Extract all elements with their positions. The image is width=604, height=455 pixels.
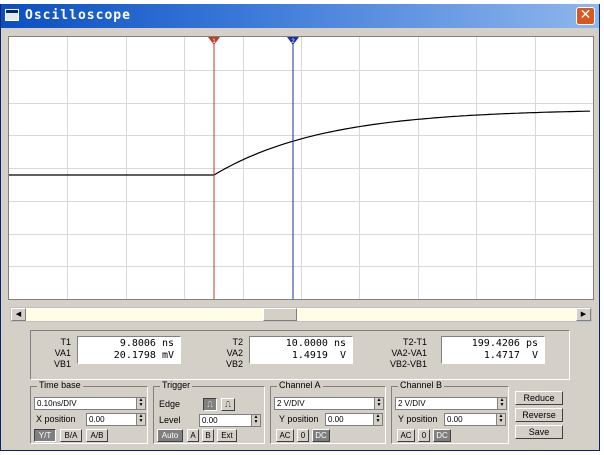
window-icon <box>5 9 19 21</box>
channel-b-group: Channel B 2 V/DIV ▲ ▼ Y position 0.00 ▲ ▼ … <box>391 380 509 444</box>
dt-label: T2-T1 <box>402 337 427 347</box>
trigger-auto-button[interactable]: Auto <box>157 429 183 442</box>
t2-readout: 10.0000 ns 1.4919 V <box>249 336 353 364</box>
edge-label: Edge <box>159 399 181 409</box>
spinner-icon[interactable]: ▲ ▼ <box>136 414 145 425</box>
channel-a-ypos-value: 0.00 <box>328 415 344 424</box>
x-position-label: X position <box>36 414 76 424</box>
channel-a-trace <box>9 110 590 176</box>
channel-b-scale-input[interactable]: 2 V/DIV ▲ ▼ <box>395 397 507 410</box>
scroll-left-icon[interactable]: ◀ <box>11 308 26 321</box>
scope-grid <box>9 37 593 299</box>
level-value: 0.00 <box>202 416 218 425</box>
ab-button[interactable]: A/B <box>86 429 108 442</box>
reduce-button[interactable]: Reduce <box>515 391 563 405</box>
channel-b-title: Channel B <box>398 380 445 390</box>
scroll-thumb[interactable] <box>263 308 297 321</box>
t2-value: 10.0000 ns <box>285 338 346 349</box>
dvb-label: VB2-VB1 <box>389 359 427 369</box>
va2-value: 1.4919 V <box>291 350 346 361</box>
oscilloscope-display: 1 2 <box>8 36 594 300</box>
reverse-button[interactable]: Reverse <box>515 408 563 422</box>
va1-label: VA1 <box>54 348 71 358</box>
x-position-value: 0.00 <box>89 415 105 424</box>
timebase-scale-value: 0.10ns/DIV <box>37 399 77 408</box>
level-input[interactable]: 0.00 ▲ ▼ <box>199 414 261 427</box>
vb2-label: VB2 <box>225 359 243 369</box>
channel-b-ac-button[interactable]: AC <box>397 429 415 442</box>
trigger-ext-button[interactable]: Ext <box>217 429 237 442</box>
timebase-scale-input[interactable]: 0.10ns/DIV ▲ ▼ <box>34 397 146 410</box>
window-title: Oscilloscope <box>25 8 131 23</box>
title-bar[interactable]: Oscilloscope ✕ <box>1 4 599 28</box>
save-button[interactable]: Save <box>515 425 563 439</box>
channel-a-ypos-label: Y position <box>279 414 319 424</box>
x-position-input[interactable]: 0.00 ▲ ▼ <box>86 413 146 426</box>
channel-a-ypos-input[interactable]: 0.00 ▲ ▼ <box>325 413 383 426</box>
scroll-right-icon[interactable]: ▶ <box>576 308 591 321</box>
delta-readout: 199.4206 ps 1.4717 V <box>441 336 545 364</box>
t2-label: T2 <box>232 337 243 347</box>
trigger-a-button[interactable]: A <box>187 429 199 442</box>
ba-button[interactable]: B/A <box>60 429 82 442</box>
dva-label: VA2-VA1 <box>391 348 427 358</box>
yt-button[interactable]: Y/T <box>34 429 56 442</box>
channel-b-zero-button[interactable]: 0 <box>418 429 430 442</box>
channel-b-dc-button[interactable]: DC <box>433 429 451 442</box>
channel-b-ypos-value: 0.00 <box>447 415 463 424</box>
spinner-icon[interactable]: ▲ ▼ <box>496 414 505 425</box>
t1-readout: 9.8006 ns 20.1798 mV <box>77 336 181 364</box>
t1-value: 9.8006 ns <box>119 338 174 349</box>
channel-a-ac-button[interactable]: AC <box>276 429 294 442</box>
va1-value: 20.1798 mV <box>113 350 174 361</box>
scope-screen: 1 2 <box>9 37 593 299</box>
falling-edge-icon[interactable]: ⎍ <box>221 398 235 411</box>
spinner-icon[interactable]: ▲ ▼ <box>374 398 383 409</box>
dva-value: 1.4717 V <box>483 350 538 361</box>
dt-value: 199.4206 ps <box>471 338 538 349</box>
channel-a-title: Channel A <box>277 380 323 390</box>
channel-b-ypos-input[interactable]: 0.00 ▲ ▼ <box>444 413 506 426</box>
channel-a-dc-button[interactable]: DC <box>312 429 330 442</box>
trigger-b-button[interactable]: B <box>202 429 214 442</box>
oscilloscope-window: Oscilloscope ✕ 1 2 ◀ ▶ T1 VA1 VB1 9.8006… <box>0 4 600 451</box>
timebase-group: Time base 0.10ns/DIV ▲ ▼ X position 0.00 … <box>30 380 148 444</box>
channel-a-scale-value: 2 V/DIV <box>277 399 305 408</box>
cursor-readout-panel: T1 VA1 VB1 9.8006 ns 20.1798 mV T2 VA2 V… <box>30 330 570 380</box>
t1-label: T1 <box>60 337 71 347</box>
channel-b-ypos-label: Y position <box>398 414 438 424</box>
spinner-icon[interactable]: ▲ ▼ <box>373 414 382 425</box>
trigger-title: Trigger <box>160 380 193 390</box>
channel-a-scale-input[interactable]: 2 V/DIV ▲ ▼ <box>274 397 384 410</box>
level-label: Level <box>159 415 181 425</box>
close-button[interactable]: ✕ <box>576 7 595 25</box>
timebase-title: Time base <box>37 380 83 390</box>
rising-edge-icon[interactable]: ⎍ <box>203 398 217 411</box>
spinner-icon[interactable]: ▲ ▼ <box>136 398 145 409</box>
spinner-icon[interactable]: ▲ ▼ <box>497 398 506 409</box>
trigger-group: Trigger Edge ⎍ ⎍ Level 0.00 ▲ ▼ Auto A B … <box>153 380 265 444</box>
channel-a-group: Channel A 2 V/DIV ▲ ▼ Y position 0.00 ▲ ▼ … <box>270 380 386 444</box>
spinner-icon[interactable]: ▲ ▼ <box>251 415 260 426</box>
channel-a-zero-button[interactable]: 0 <box>297 429 309 442</box>
channel-b-scale-value: 2 V/DIV <box>398 399 426 408</box>
va2-label: VA2 <box>226 348 243 358</box>
horizontal-scrollbar[interactable]: ◀ ▶ <box>10 307 592 322</box>
vb1-label: VB1 <box>53 359 71 369</box>
